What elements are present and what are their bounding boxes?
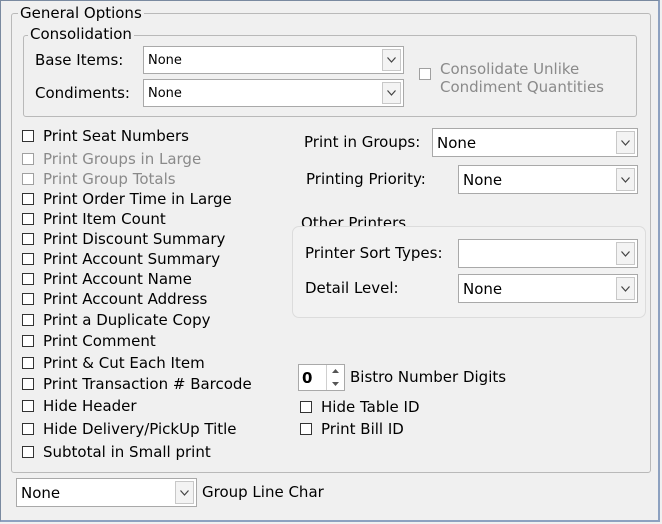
chevron-down-icon[interactable] [382,82,401,104]
checkbox-label: Print Group Totals [43,170,176,188]
checkbox-label: Hide Header [43,397,137,415]
printer-sort-types-select[interactable] [458,239,638,268]
condiments-value: None [148,85,182,101]
checkbox-box[interactable] [22,400,34,412]
checkbox-box[interactable] [22,193,34,205]
print-account-name-checkbox[interactable]: Print Account Name [22,270,192,288]
print-discount-summary-checkbox[interactable]: Print Discount Summary [22,230,225,248]
print-in-groups-select[interactable]: None [432,128,638,157]
checkbox-label: Subtotal in Small print [43,443,211,461]
print-account-address-checkbox[interactable]: Print Account Address [22,290,207,308]
checkbox-label: Print Discount Summary [43,230,226,248]
printing-priority-label: Printing Priority: [306,170,426,188]
print-item-count-checkbox[interactable]: Print Item Count [22,210,166,228]
checkbox-box[interactable] [22,253,34,265]
bistro-digits-value[interactable]: 0 [299,369,326,387]
checkbox-box[interactable] [22,130,34,142]
chevron-down-icon[interactable] [616,242,635,265]
checkbox-box[interactable] [22,293,34,305]
consolidate-unlike-label-line2: Condiment Quantities [440,78,604,96]
condiments-label: Condiments: [35,84,130,102]
hide-table-id-checkbox[interactable]: Hide Table ID [300,398,420,416]
base-items-value: None [148,52,182,68]
checkbox-box[interactable] [22,378,34,390]
checkbox-label: Print Comment [43,332,156,350]
hide-delivery-pickup-title-checkbox[interactable]: Hide Delivery/PickUp Title [22,420,237,438]
spin-up-icon[interactable] [327,365,344,378]
spin-down-icon[interactable] [327,378,344,391]
printing-priority-value: None [463,170,503,189]
checkbox-label: Print Account Name [43,270,192,288]
group-line-char-value: None [21,483,61,502]
group-line-char-select[interactable]: None [16,478,197,507]
checkbox-label: Hide Table ID [321,398,420,416]
print-duplicate-copy-checkbox[interactable]: Print a Duplicate Copy [22,311,211,329]
general-options-legend: General Options [18,4,144,22]
checkbox-box[interactable] [22,314,34,326]
checkbox-label: Print Account Summary [43,250,221,268]
checkbox-label: Print Seat Numbers [43,127,189,145]
bistro-number-digits-spinner[interactable]: 0 [298,364,345,391]
checkbox-box[interactable] [22,357,34,369]
subtotal-small-print-checkbox[interactable]: Subtotal in Small print [22,443,211,461]
checkbox-box[interactable] [419,68,431,80]
print-transaction-barcode-checkbox[interactable]: Print Transaction # Barcode [22,375,252,393]
hide-header-checkbox[interactable]: Hide Header [22,397,137,415]
detail-level-value: None [463,279,503,298]
condiments-select[interactable]: None [143,79,404,107]
checkbox-label: Print Order Time in Large [43,190,232,208]
checkbox-box[interactable] [300,423,312,435]
checkbox-box[interactable] [22,423,34,435]
printer-sort-types-label: Printer Sort Types: [305,244,443,262]
chevron-down-icon[interactable] [616,168,635,191]
detail-level-label: Detail Level: [305,279,399,297]
print-group-totals-checkbox[interactable]: Print Group Totals [22,170,176,188]
checkbox-label: Print & Cut Each Item [43,354,205,372]
checkbox-box[interactable] [22,335,34,347]
group-line-char-label: Group Line Char [202,483,324,501]
print-groups-in-large-checkbox[interactable]: Print Groups in Large [22,150,201,168]
print-in-groups-value: None [437,133,477,152]
chevron-down-icon[interactable] [175,481,194,504]
chevron-down-icon[interactable] [616,131,635,154]
print-comment-checkbox[interactable]: Print Comment [22,332,156,350]
spinner-buttons [326,365,344,390]
consolidate-unlike-checkbox[interactable]: Consolidate Unlike Condiment Quantities [419,60,604,96]
print-bill-id-checkbox[interactable]: Print Bill ID [300,420,404,438]
chevron-down-icon[interactable] [382,49,401,71]
base-items-select[interactable]: None [143,46,404,74]
checkbox-box[interactable] [22,446,34,458]
print-seat-numbers-checkbox[interactable]: Print Seat Numbers [22,127,189,145]
checkbox-box[interactable] [22,213,34,225]
print-order-time-in-large-checkbox[interactable]: Print Order Time in Large [22,190,232,208]
print-in-groups-label: Print in Groups: [304,133,421,151]
checkbox-box[interactable] [22,153,34,165]
print-cut-each-item-checkbox[interactable]: Print & Cut Each Item [22,354,205,372]
checkbox-box[interactable] [22,233,34,245]
consolidation-legend: Consolidation [28,25,134,43]
checkbox-label: Print Transaction # Barcode [43,375,252,393]
checkbox-label: Print a Duplicate Copy [43,311,211,329]
print-account-summary-checkbox[interactable]: Print Account Summary [22,250,220,268]
checkbox-box[interactable] [300,401,312,413]
checkbox-label: Print Bill ID [321,420,404,438]
checkbox-label: Print Item Count [43,210,166,228]
checkbox-label: Print Groups in Large [43,150,202,168]
detail-level-select[interactable]: None [458,274,638,303]
consolidate-unlike-label-line1: Consolidate Unlike [440,60,580,78]
base-items-label: Base Items: [35,51,124,69]
chevron-down-icon[interactable] [616,277,635,300]
checkbox-label: Print Account Address [43,290,208,308]
checkbox-label: Hide Delivery/PickUp Title [43,420,237,438]
checkbox-box[interactable] [22,273,34,285]
checkbox-box[interactable] [22,173,34,185]
bistro-number-digits-label: Bistro Number Digits [350,368,507,386]
printing-priority-select[interactable]: None [458,165,638,194]
